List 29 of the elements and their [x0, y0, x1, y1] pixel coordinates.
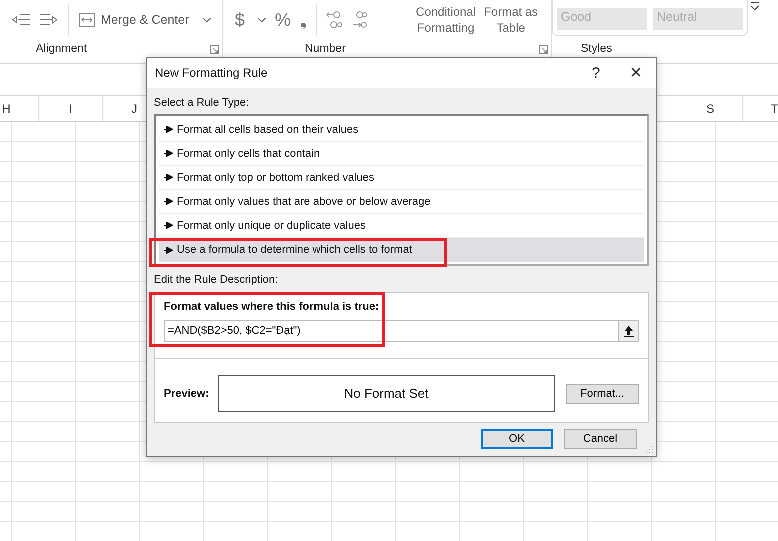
- ok-button[interactable]: OK: [481, 429, 553, 449]
- column-header[interactable]: H: [0, 96, 39, 121]
- group-label: Alignment: [36, 43, 88, 55]
- preview-label: Preview:: [164, 388, 210, 400]
- window-title: New Formatting Rule: [155, 66, 268, 80]
- help-button[interactable]: ?: [586, 62, 606, 84]
- rule-type-item[interactable]: Format all cells based on their values: [159, 118, 644, 142]
- rule-type-item[interactable]: Format only values that are above or below average: [159, 190, 644, 214]
- currency-symbol[interactable]: $: [235, 10, 246, 30]
- column-header[interactable]: S: [679, 96, 743, 121]
- column-header[interactable]: I: [39, 96, 103, 121]
- formula-field[interactable]: =AND($B2>50, $C2="Đạt"): [164, 320, 618, 342]
- group-label: Styles: [581, 43, 612, 55]
- rule-type-item[interactable]: Use a formula to determine which cells to format: [159, 238, 644, 262]
- conditional-formatting-button[interactable]: Conditional Formatting: [416, 4, 476, 36]
- group-label: Number: [305, 43, 346, 55]
- percent-symbol[interactable]: %: [275, 10, 292, 30]
- format-as-table-button[interactable]: Format as Table: [484, 4, 538, 36]
- close-button[interactable]: ×: [624, 62, 648, 84]
- section-label: Edit the Rule Description:: [154, 274, 280, 286]
- rule-type-item[interactable]: Format only cells that contain: [159, 142, 644, 166]
- merge-center-button[interactable]: Merge & Center: [79, 13, 190, 27]
- formula-label: Format values where this formula is true:: [164, 301, 380, 313]
- preview-box: No Format Set: [218, 375, 556, 412]
- rule-type-item[interactable]: Format only top or bottom ranked values: [159, 166, 644, 190]
- cancel-button[interactable]: Cancel: [564, 429, 637, 449]
- comma-style-symbol[interactable]: ❟: [300, 10, 308, 30]
- format-button[interactable]: Format...: [566, 384, 639, 404]
- column-header[interactable]: T: [743, 96, 778, 121]
